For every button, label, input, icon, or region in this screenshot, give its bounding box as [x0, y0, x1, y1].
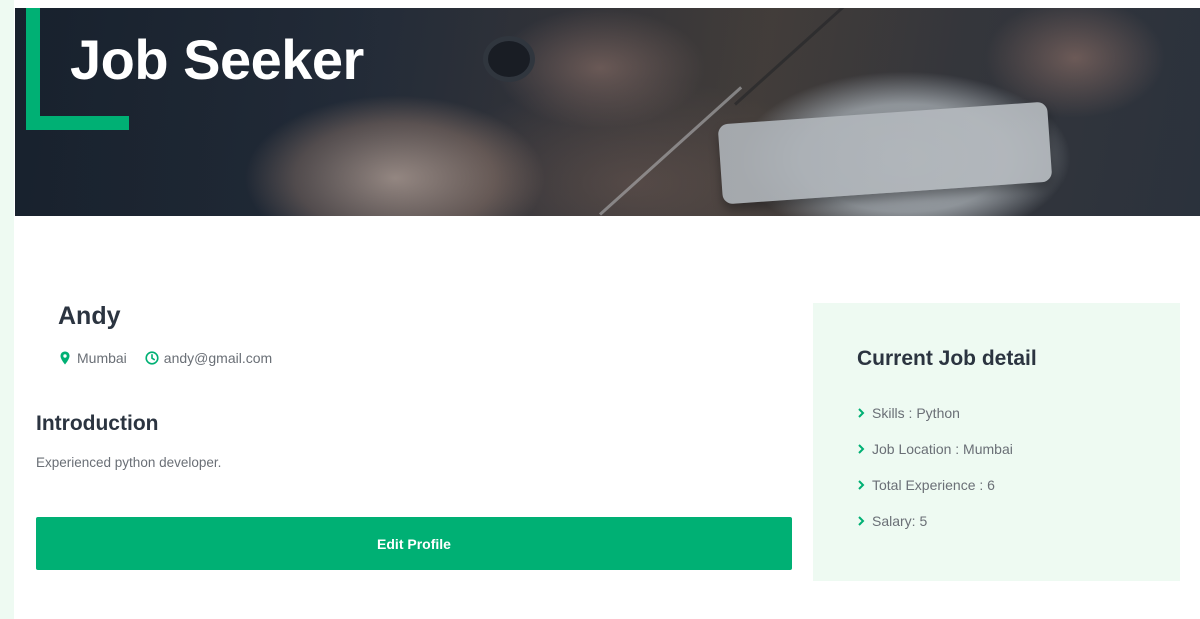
- job-detail-item-label: Job Location : Mumbai: [872, 441, 1013, 457]
- banner-accent-bracket-vertical: [26, 8, 40, 130]
- profile-location: Mumbai: [58, 350, 127, 366]
- job-detail-item-label: Total Experience : 6: [872, 477, 995, 493]
- chevron-right-icon: [858, 480, 865, 490]
- clock-icon: [145, 351, 159, 365]
- job-detail-title: Current Job detail: [857, 347, 1037, 370]
- introduction-text: Experienced python developer.: [36, 455, 222, 470]
- profile-email: andy@gmail.com: [145, 350, 272, 366]
- profile-name: Andy: [58, 302, 121, 330]
- chevron-right-icon: [858, 516, 865, 526]
- job-detail-item-experience: Total Experience : 6: [857, 467, 1013, 503]
- banner-accent-bracket-horizontal: [26, 116, 129, 130]
- left-rail: [0, 0, 14, 619]
- job-detail-list: Skills : Python Job Location : Mumbai To…: [857, 395, 1013, 539]
- job-detail-item-skills: Skills : Python: [857, 395, 1013, 431]
- job-seeker-page: Job Seeker Andy Mumbai andy@gmail.com In…: [0, 0, 1200, 619]
- job-detail-item-salary: Salary: 5: [857, 503, 1013, 539]
- edit-profile-button[interactable]: Edit Profile: [36, 517, 792, 570]
- job-detail-item-label: Skills : Python: [872, 405, 960, 421]
- map-pin-icon: [60, 351, 70, 365]
- job-detail-item-label: Salary: 5: [872, 513, 928, 529]
- job-detail-item-location: Job Location : Mumbai: [857, 431, 1013, 467]
- profile-location-text: Mumbai: [77, 350, 127, 366]
- page-title: Job Seeker: [70, 28, 364, 91]
- chevron-right-icon: [858, 444, 865, 454]
- current-job-detail-card: Current Job detail Skills : Python Job L…: [813, 303, 1180, 581]
- profile-meta: Mumbai andy@gmail.com: [58, 348, 272, 368]
- chevron-right-icon: [858, 408, 865, 418]
- introduction-heading: Introduction: [36, 412, 159, 435]
- profile-email-text: andy@gmail.com: [163, 350, 273, 366]
